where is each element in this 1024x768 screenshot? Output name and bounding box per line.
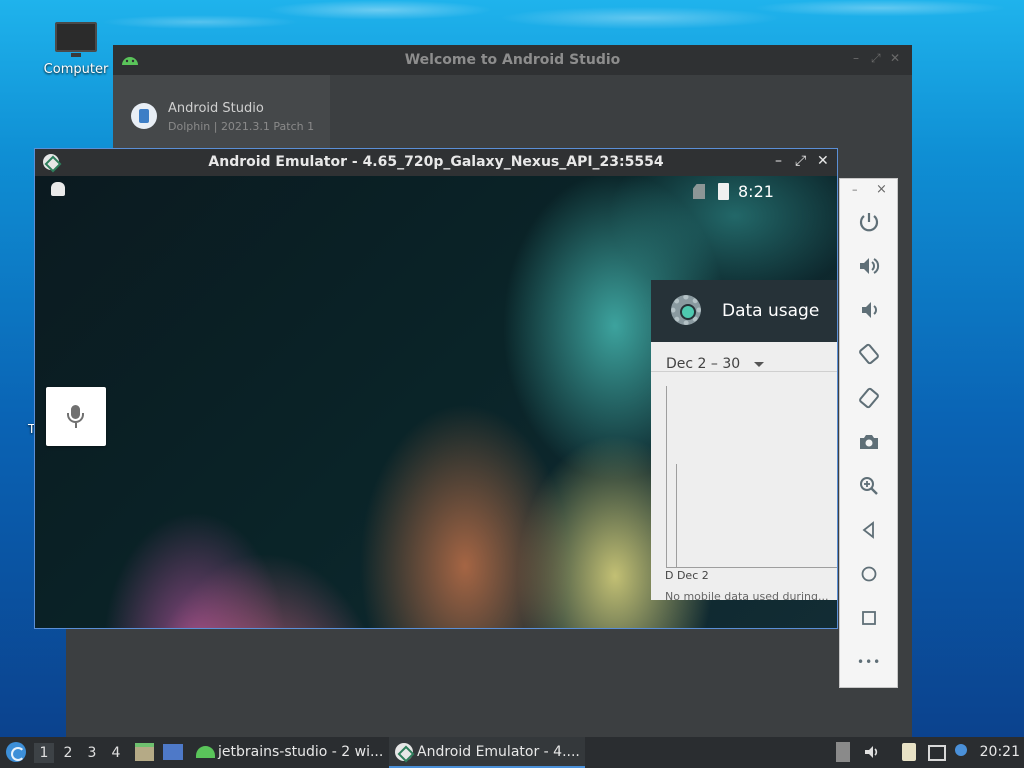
no-sim-icon (693, 184, 705, 199)
overview-button[interactable] (857, 606, 881, 630)
emulator-titlebar[interactable]: Android Emulator - 4.65_720p_Galaxy_Nexu… (35, 149, 837, 176)
camera-icon (860, 435, 878, 449)
android-studio-logo-icon (131, 103, 157, 129)
usage-chart-x-labels: D Dec 2 (665, 569, 709, 582)
rotate-right-button[interactable] (857, 386, 881, 410)
desktop-icon-label: Computer (43, 62, 109, 77)
toolbar-close-button[interactable]: × (876, 182, 887, 197)
data-usage-title: Data usage (722, 301, 820, 321)
welcome-maximize-button[interactable]: ⤢ (871, 51, 881, 66)
battery-charging-icon (718, 183, 729, 200)
start-menu-button[interactable] (6, 742, 26, 762)
zoom-in-icon (860, 477, 878, 495)
taskbar-clock[interactable]: 20:21 (980, 744, 1020, 760)
emulator-maximize-button[interactable]: ⤢ (795, 153, 806, 169)
voice-search-button[interactable] (46, 387, 106, 446)
device-screen[interactable]: 8:21 Data usage Dec 2 – 30 D Dec 2 No mo… (35, 176, 837, 628)
data-usage-widget[interactable]: Data usage Dec 2 – 30 D Dec 2 No mobile … (651, 280, 837, 600)
home-button[interactable] (857, 562, 881, 586)
workspace-1[interactable]: 1 (34, 743, 54, 763)
workspace-3[interactable]: 3 (82, 743, 102, 763)
emulator-minimize-button[interactable]: – (775, 153, 782, 169)
rotate-right-icon (859, 387, 879, 409)
usage-chart-line (676, 464, 677, 568)
rotate-left-icon (859, 343, 879, 365)
overview-square-icon (862, 611, 876, 625)
usage-note: No mobile data used during... (665, 590, 829, 600)
welcome-window-title: Welcome to Android Studio (404, 52, 621, 68)
emulator-window-title: Android Emulator - 4.65_720p_Galaxy_Nexu… (208, 154, 664, 170)
power-button[interactable] (857, 210, 881, 234)
data-usage-header: Data usage (651, 280, 837, 342)
volume-down-button[interactable] (857, 298, 881, 322)
divider (651, 371, 837, 372)
desktop-icon-computer[interactable]: Computer (38, 22, 114, 77)
notification-icon[interactable] (955, 744, 967, 756)
welcome-minimize-button[interactable]: – (853, 51, 859, 65)
volume-icon[interactable] (863, 743, 881, 761)
status-bar-time: 8:21 (738, 182, 774, 201)
welcome-titlebar[interactable]: Welcome to Android Studio – ⤢ ✕ (113, 45, 912, 75)
volume-up-icon (860, 258, 880, 274)
app-name: Android Studio (168, 101, 264, 116)
more-button[interactable]: ••• (857, 650, 881, 674)
welcome-close-button[interactable]: ✕ (890, 51, 900, 65)
volume-down-icon (862, 302, 877, 318)
show-desktop-icon[interactable] (163, 744, 183, 760)
microphone-icon-stand (67, 413, 84, 423)
android-notification-icon (51, 182, 65, 196)
taskbar-item-jetbrains-studio[interactable]: jetbrains-studio - 2 wi... (194, 737, 384, 768)
back-button[interactable] (857, 518, 881, 542)
clipboard-icon[interactable] (902, 743, 916, 761)
rotate-left-button[interactable] (857, 342, 881, 366)
android-icon (196, 746, 215, 758)
volume-up-button[interactable] (857, 254, 881, 278)
zoom-button[interactable] (857, 474, 881, 498)
back-triangle-icon (862, 521, 874, 539)
emulator-app-icon (395, 743, 413, 761)
power-icon (859, 213, 879, 232)
tray-battery-icon[interactable] (836, 742, 850, 762)
network-icon[interactable] (928, 745, 946, 761)
taskbar: 1 2 3 4 jetbrains-studio - 2 wi... Andro… (0, 737, 1024, 768)
workspace-2[interactable]: 2 (58, 743, 78, 763)
dropdown-caret-icon (754, 362, 764, 367)
taskbar-item-label: jetbrains-studio - 2 wi... (218, 744, 384, 760)
date-range-dropdown[interactable]: Dec 2 – 30 (666, 356, 740, 372)
file-manager-icon[interactable] (135, 743, 154, 761)
screenshot-button[interactable] (857, 430, 881, 454)
emulator-window: Android Emulator - 4.65_720p_Galaxy_Nexu… (34, 148, 838, 629)
settings-gear-icon (671, 295, 701, 325)
taskbar-item-android-emulator[interactable]: Android Emulator - 4.... (389, 737, 585, 768)
app-version: Dolphin | 2021.3.1 Patch 1 (168, 120, 315, 133)
welcome-window-shadow-panel (66, 627, 865, 737)
home-circle-icon (861, 566, 877, 582)
more-dots-icon: ••• (857, 655, 882, 669)
taskbar-item-label: Android Emulator - 4.... (417, 744, 580, 760)
toolbar-minimize-button[interactable]: – (852, 183, 858, 196)
computer-icon (55, 22, 97, 57)
emulator-close-button[interactable]: ✕ (817, 153, 829, 169)
workspace-4[interactable]: 4 (106, 743, 126, 763)
emulator-side-toolbar: – × ••• (839, 178, 898, 688)
usage-chart (666, 386, 837, 568)
microphone-icon-base (75, 423, 77, 428)
